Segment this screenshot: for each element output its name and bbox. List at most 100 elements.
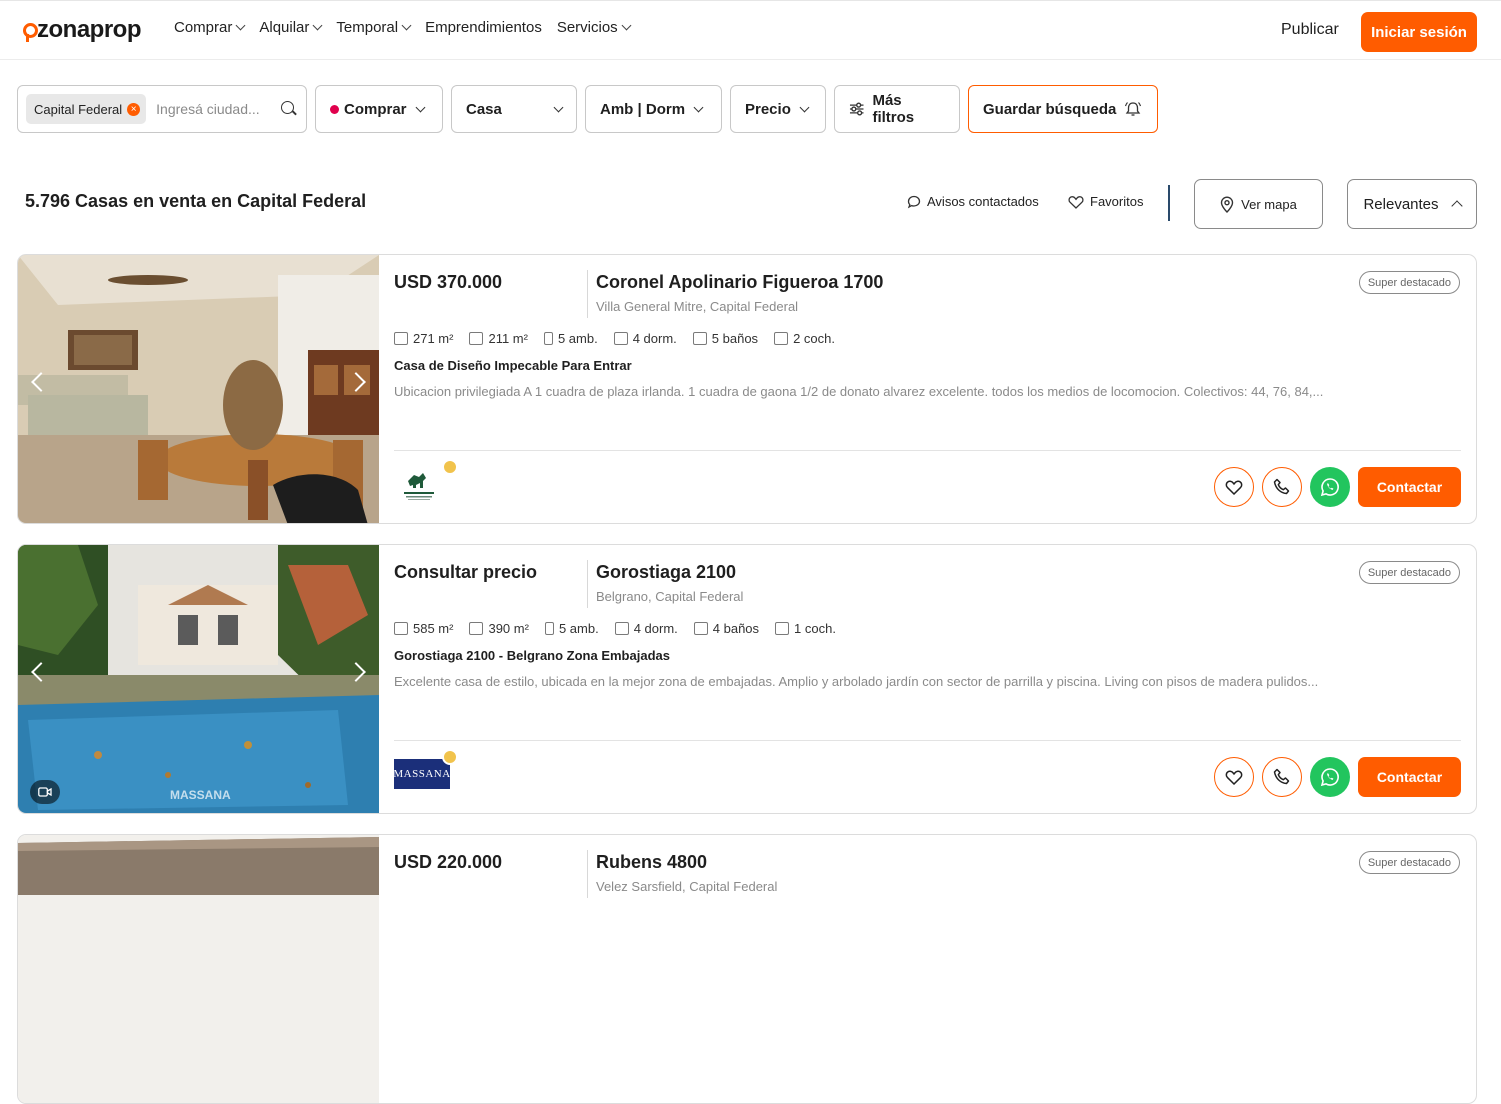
price-select[interactable]: Precio [730,85,826,133]
bed-icon [614,622,629,635]
listing-address[interactable]: Coronel Apolinario Figueroa 1700 [596,272,883,293]
listing-location: Velez Sarsfield, Capital Federal [596,879,778,894]
heart-icon [1068,195,1084,209]
chevron-down-icon [621,20,632,31]
listing-photo[interactable]: MASSANA [18,545,379,813]
heart-icon [1225,480,1243,495]
nav-temporal[interactable]: Temporal [336,19,412,36]
publish-link[interactable]: Publicar [1281,21,1339,39]
bedrooms-feature: 4 dorm. [614,621,678,636]
more-filters-label: Más filtros [872,92,915,126]
favorites-link[interactable]: Favoritos [1068,194,1143,209]
area-icon [394,622,408,635]
total-area-feature: 271 m² [394,331,453,346]
sort-select[interactable]: Relevantes [1347,179,1477,229]
property-type-select[interactable]: Casa [451,85,577,133]
listing-card[interactable]: USD 220.000 Rubens 4800 Velez Sarsfield,… [17,834,1477,1104]
sliders-icon [849,102,864,116]
whatsapp-button[interactable] [1310,467,1350,507]
more-filters-button[interactable]: Más filtros [834,85,960,133]
favorite-button[interactable] [1214,757,1254,797]
agency-logo[interactable]: MASSANA [393,749,458,791]
contacted-label: Avisos contactados [927,194,1039,209]
price-label: Precio [745,100,791,118]
covered-area-feature: 211 m² [469,331,528,346]
chevron-down-icon [415,102,425,112]
location-pin-icon [22,23,38,43]
call-button[interactable] [1262,757,1302,797]
video-icon [38,787,52,797]
bathrooms-feature: 4 baños [693,621,759,636]
favorite-button[interactable] [1214,467,1254,507]
video-badge[interactable] [30,780,60,804]
divider [587,270,588,318]
parking-feature: 2 coch. [774,331,835,346]
nav-alquilar[interactable]: Alquilar [259,19,323,36]
remove-chip-icon[interactable]: × [127,102,141,116]
nav-emprendimientos[interactable]: Emprendimientos [425,19,542,36]
covered-area-feature: 390 m² [469,621,529,636]
listing-title[interactable]: Casa de Diseño Impecable Para Entrar [394,358,632,373]
feature-value: 5 baños [711,331,759,346]
divider [587,560,588,608]
whatsapp-button[interactable] [1310,757,1350,797]
crown-icon [442,749,458,765]
view-map-label: Ver mapa [1241,196,1297,212]
super-featured-badge: Super destacado [1358,561,1460,584]
nav-servicios[interactable]: Servicios [557,19,632,36]
door-icon [543,332,553,345]
listing-description: Excelente casa de estilo, ubicada en la … [394,674,1319,689]
call-button[interactable] [1262,467,1302,507]
location-chip[interactable]: Capital Federal × [26,94,147,124]
listing-card[interactable]: USD 370.000 Coronel Apolinario Figueroa … [17,254,1477,524]
agency-logo[interactable] [394,459,458,501]
view-map-button[interactable]: Ver mapa [1194,179,1323,229]
chat-bubble-icon [907,195,921,208]
operation-label: Comprar [344,100,407,118]
nav-label: Alquilar [259,19,310,36]
feature-value: 5 amb. [558,621,599,636]
bathtub-icon [692,332,707,345]
listing-price: Consultar precio [394,562,538,582]
chevron-down-icon [799,102,810,112]
whatsapp-icon [1320,768,1339,787]
feature-value: 211 m² [488,331,528,346]
listing-card[interactable]: MASSANA Consultar precio Gorostiaga 2100… [17,544,1477,814]
house-photo [18,835,379,1103]
search-icon[interactable] [281,101,294,114]
rooms-select[interactable]: Amb | Dorm [585,85,722,133]
listing-photo[interactable] [18,835,379,1103]
rooms-label: Amb | Dorm [600,100,686,118]
listing-title[interactable]: Gorostiaga 2100 - Belgrano Zona Embajada… [394,648,670,663]
search-input[interactable]: Ingresá ciudad... [156,101,260,117]
contact-button[interactable]: Contactar [1358,757,1461,797]
logo-text: zonaprop [37,16,142,43]
chevron-down-icon [235,20,246,31]
contacted-listings-link[interactable]: Avisos contactados [907,194,1039,209]
listing-photo[interactable] [18,255,379,523]
bell-icon [1125,102,1142,116]
divider [394,740,1461,741]
agency-name: MASSANA [393,759,450,789]
feature-value: 4 dorm. [632,331,677,346]
location-search[interactable]: Capital Federal × Ingresá ciudad... [17,85,307,133]
nav-comprar[interactable]: Comprar [174,19,246,36]
divider [394,450,1461,451]
login-button[interactable]: Iniciar sesión [1361,12,1477,52]
car-icon [775,622,790,635]
chevron-down-icon [693,102,704,112]
main-nav: Comprar Alquilar Temporal Emprendimiento… [174,19,632,36]
zonaprop-logo[interactable]: zonaprop [22,9,142,43]
chevron-up-icon [1450,200,1463,212]
feature-value: 5 amb. [557,331,598,346]
listing-location: Belgrano, Capital Federal [596,589,744,604]
rooms-feature: 5 amb. [543,331,598,346]
listing-price: USD 220.000 [394,852,503,872]
save-search-button[interactable]: Guardar búsqueda [968,85,1158,133]
contact-button[interactable]: Contactar [1358,467,1461,507]
nav-label: Emprendimientos [425,19,542,36]
listing-address[interactable]: Rubens 4800 [596,852,707,873]
listing-address[interactable]: Gorostiaga 2100 [596,562,736,583]
super-featured-badge: Super destacado [1358,851,1460,874]
operation-select[interactable]: Comprar [315,85,443,133]
